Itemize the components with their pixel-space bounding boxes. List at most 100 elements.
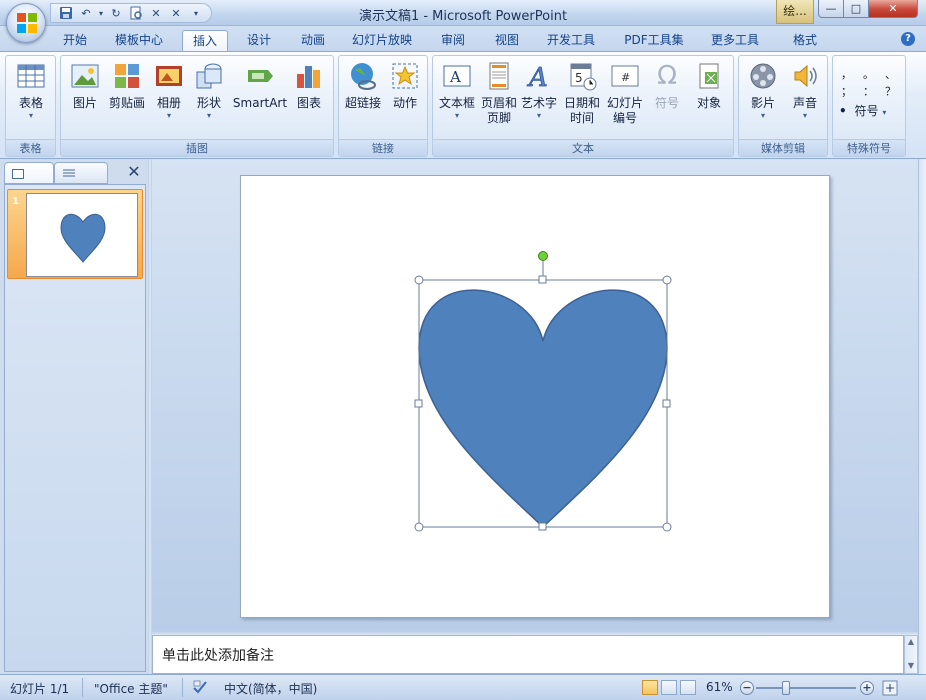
smartart-icon xyxy=(244,60,276,92)
film-reel-icon xyxy=(747,60,779,92)
notes-scroll-down-icon[interactable]: ▼ xyxy=(905,660,917,672)
header-footer-label-1: 页眉和 xyxy=(480,96,517,110)
header-footer-button[interactable]: 页眉和 页脚 xyxy=(479,60,519,126)
tab-developer[interactable]: 开发工具 xyxy=(538,30,604,52)
close-panel-icon[interactable]: ✕ xyxy=(126,163,142,181)
slide-number-label-1: 幻灯片 xyxy=(606,96,643,110)
movie-button[interactable]: 影片 ▾ xyxy=(743,60,783,121)
tab-home[interactable]: 开始 xyxy=(52,30,98,52)
heart-shape[interactable] xyxy=(418,289,668,529)
table-label: 表格 xyxy=(18,96,43,110)
speaker-icon xyxy=(789,60,821,92)
status-separator xyxy=(82,678,83,697)
notes-scrollbar[interactable]: ▲ ▼ xyxy=(904,635,918,674)
group-links: 超链接 动作 链接 xyxy=(338,55,428,157)
title-bar: ↶ ▾ ↻ ✕ ✕ ▾ 演示文稿1 - Microsoft PowerPoint… xyxy=(0,0,926,26)
album-button[interactable]: 相册 ▾ xyxy=(151,60,187,121)
tab-slideshow[interactable]: 幻灯片放映 xyxy=(344,30,420,52)
rotation-handle[interactable] xyxy=(538,251,548,261)
slide-thumbnails: 1 xyxy=(4,184,146,672)
drawing-tools-tab[interactable]: 绘... xyxy=(776,0,814,24)
thumbnail-heart-shape xyxy=(60,213,106,263)
tab-view[interactable]: 视图 xyxy=(484,30,530,52)
chart-button[interactable]: 图表 xyxy=(291,60,327,111)
table-button[interactable]: 表格 ▾ xyxy=(12,60,50,121)
svg-text:A: A xyxy=(527,63,548,92)
notes-scroll-up-icon[interactable]: ▲ xyxy=(905,636,917,648)
help-icon[interactable]: ? xyxy=(901,32,915,46)
slide-number-button[interactable]: # 幻灯片 编号 xyxy=(603,60,647,126)
resize-handle-top-right[interactable] xyxy=(662,275,672,285)
spell-check-icon[interactable] xyxy=(192,679,208,695)
tab-more-tools[interactable]: 更多工具 xyxy=(702,30,768,52)
resize-handle-bottom-left[interactable] xyxy=(414,522,424,532)
tab-pdf-tools[interactable]: PDF工具集 xyxy=(614,30,694,52)
picture-icon xyxy=(69,60,101,92)
picture-label: 图片 xyxy=(72,96,97,110)
resize-handle-bottom[interactable] xyxy=(538,522,547,531)
textbox-button[interactable]: A 文本框 ▾ xyxy=(435,60,479,121)
symbol-enum-comma[interactable]: 、 xyxy=(885,66,896,82)
symbol-button[interactable]: Ω 符号 xyxy=(647,60,687,111)
slide-canvas[interactable] xyxy=(240,175,830,618)
resize-handle-top-left[interactable] xyxy=(414,275,424,285)
object-button[interactable]: 对象 xyxy=(689,60,729,111)
hyperlink-globe-icon xyxy=(347,60,379,92)
vertical-scrollbar[interactable] xyxy=(918,159,926,674)
resize-handle-bottom-right[interactable] xyxy=(662,522,672,532)
close-button[interactable]: ✕ xyxy=(868,0,918,18)
zoom-in-button[interactable]: + xyxy=(860,681,874,695)
office-logo-icon xyxy=(17,13,37,33)
zoom-slider-thumb[interactable] xyxy=(782,681,790,695)
group-text: A 文本框 ▾ 页眉和 页脚 A 艺术字 ▾ 5 日期和 时间 # 幻灯片 编号… xyxy=(432,55,734,157)
chart-icon xyxy=(293,60,325,92)
symbol-comma[interactable]: ， xyxy=(841,66,852,82)
normal-view-button[interactable] xyxy=(642,680,658,695)
theme-name: "Office 主题" xyxy=(94,682,168,696)
slideshow-view-button[interactable] xyxy=(680,680,696,695)
movie-label: 影片 xyxy=(750,96,775,110)
action-button[interactable]: 动作 xyxy=(387,60,423,111)
tab-review[interactable]: 审阅 xyxy=(430,30,476,52)
special-symbol-button[interactable]: • 符号 ▾ xyxy=(839,104,901,120)
resize-handle-right[interactable] xyxy=(662,399,671,408)
zoom-level[interactable]: 61% xyxy=(706,680,733,694)
notes-pane[interactable]: 单击此处添加备注 xyxy=(152,635,904,674)
slide-thumbnail-1[interactable]: 1 xyxy=(7,189,143,279)
resize-handle-top[interactable] xyxy=(538,275,547,284)
zoom-out-button[interactable]: − xyxy=(740,681,754,695)
tab-format[interactable]: 格式 xyxy=(782,30,828,52)
wordart-button[interactable]: A 艺术字 ▾ xyxy=(519,60,559,121)
symbol-period[interactable]: 。 xyxy=(863,66,874,82)
slide-sorter-view-button[interactable] xyxy=(661,680,677,695)
sound-dropdown-icon: ▾ xyxy=(802,111,807,120)
chart-label: 图表 xyxy=(296,96,321,110)
tab-design[interactable]: 设计 xyxy=(236,30,282,52)
symbol-bullet-icon: • xyxy=(839,104,847,118)
symbol-semicolon[interactable]: ； xyxy=(841,83,852,99)
datetime-button[interactable]: 5 日期和 时间 xyxy=(561,60,603,126)
resize-handle-left[interactable] xyxy=(414,399,423,408)
sound-label: 声音 xyxy=(792,96,817,110)
smartart-button[interactable]: SmartArt xyxy=(231,60,289,111)
outline-tab[interactable] xyxy=(54,162,108,184)
tab-animation[interactable]: 动画 xyxy=(290,30,336,52)
hyperlink-button[interactable]: 超链接 xyxy=(341,60,385,111)
zoom-slider-track[interactable] xyxy=(756,687,856,689)
symbol-question[interactable]: ？ xyxy=(885,83,896,99)
maximize-button[interactable]: □ xyxy=(843,0,869,18)
picture-button[interactable]: 图片 xyxy=(67,60,103,111)
shapes-button[interactable]: 形状 ▾ xyxy=(191,60,227,121)
language[interactable]: 中文(简体，中国) xyxy=(224,680,317,697)
fit-to-window-icon[interactable] xyxy=(882,680,898,696)
group-illustrations: 图片 剪贴画 相册 ▾ 形状 ▾ SmartArt 图表 插图 xyxy=(60,55,334,157)
tab-template-center[interactable]: 模板中心 xyxy=(106,30,172,52)
tab-insert[interactable]: 插入 xyxy=(182,30,228,52)
office-button[interactable] xyxy=(6,3,46,43)
action-star-icon xyxy=(389,60,421,92)
symbol-colon[interactable]: ： xyxy=(863,83,874,99)
minimize-button[interactable]: — xyxy=(818,0,844,18)
clipart-button[interactable]: 剪贴画 xyxy=(105,60,149,111)
sound-button[interactable]: 声音 ▾ xyxy=(785,60,825,121)
slides-tab[interactable] xyxy=(4,162,54,184)
